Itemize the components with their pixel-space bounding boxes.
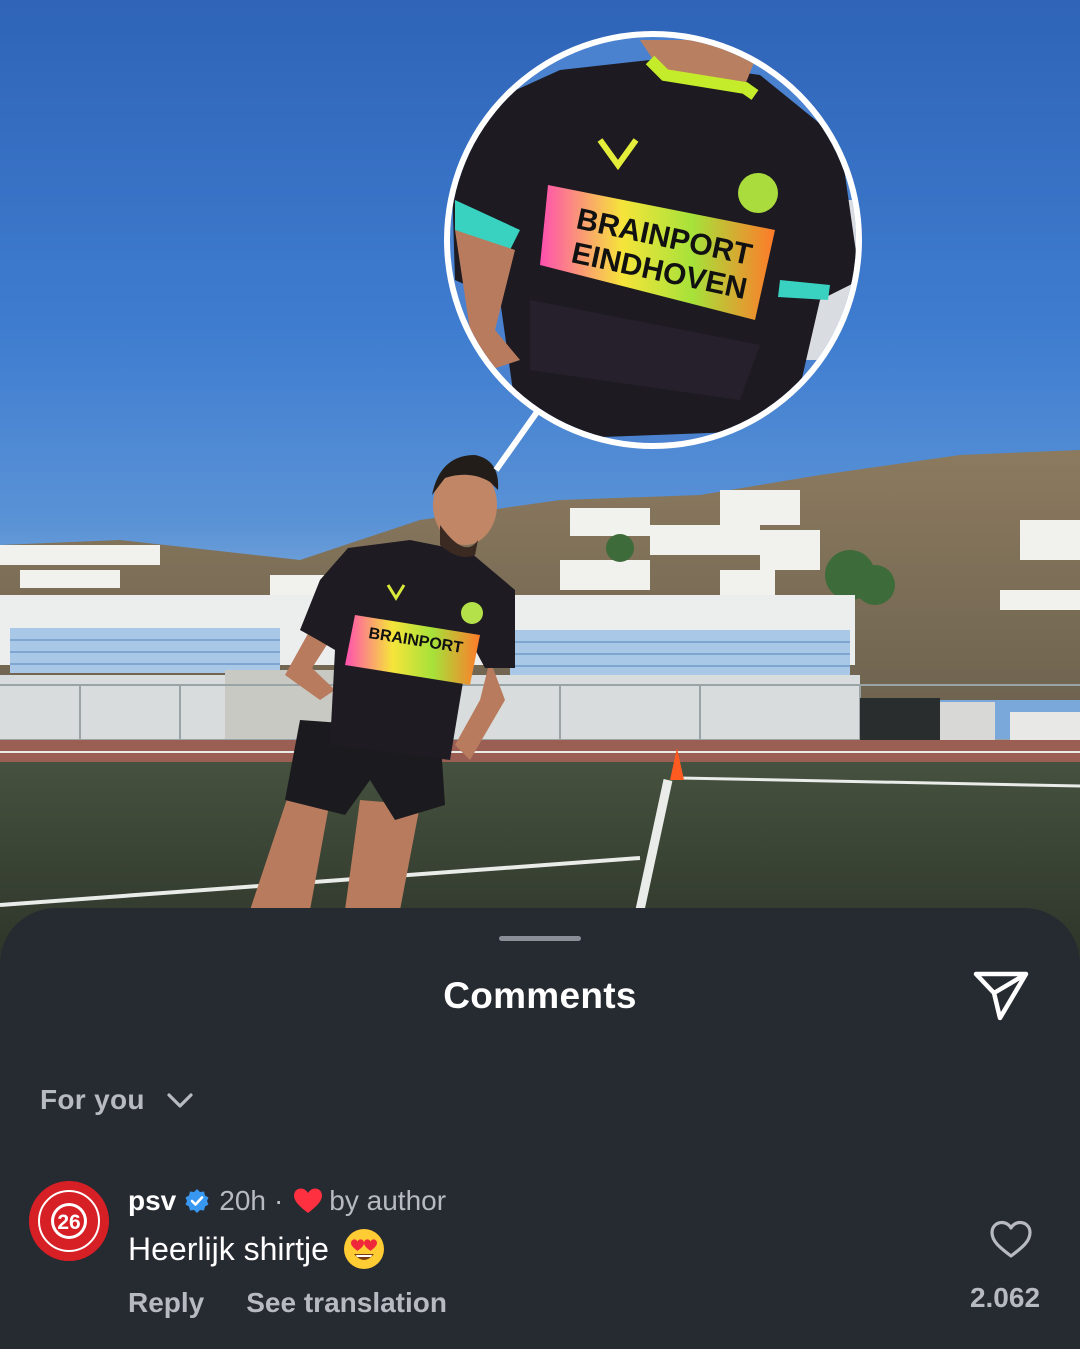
liked-by-author-label: by author [329,1185,447,1216]
zoom-circle: BRAINPORT EINDHOVEN [444,31,862,449]
comment-header: psv 20h · by author [128,1182,446,1220]
share-button[interactable] [970,966,1032,1024]
avatar-badge-number: 26 [57,1211,80,1234]
comment-body: Heerlijk shirtje [128,1228,385,1270]
zoom-pointer [493,410,540,472]
heart-outline-icon [990,1220,1032,1258]
see-translation-button[interactable]: See translation [246,1287,447,1319]
avatar[interactable]: 26 [29,1181,109,1261]
psv-logo-avatar: 26 [29,1181,109,1261]
comment-username[interactable]: psv [128,1185,176,1217]
separator-dot: · [273,1185,284,1216]
like-button[interactable] [988,1218,1034,1260]
heart-icon [294,1188,323,1213]
sheet-drag-handle[interactable] [499,936,581,941]
comment-timestamp: 20h [219,1185,266,1216]
comment-text: Heerlijk shirtje [128,1230,329,1267]
paper-plane-icon [973,971,1029,1021]
filter-label: For you [40,1084,145,1115]
like-count: 2.062 [969,1282,1041,1313]
reply-button[interactable]: Reply [128,1287,204,1319]
comment-filter-dropdown[interactable]: For you [40,1080,195,1120]
verified-badge-icon [185,1189,209,1213]
training-photo-illustration: BRAINPORT BRAINPORT EINDHOVEN [0,31,1080,960]
chevron-down-icon [167,1093,193,1108]
comment-actions: Reply See translation [128,1287,447,1319]
heart-eyes-emoji [343,1229,384,1269]
car [940,702,995,742]
van [860,698,940,743]
car-2 [1010,712,1080,742]
post-photo: BRAINPORT BRAINPORT EINDHOVEN [0,0,1080,960]
sheet-title: Comments [443,975,637,1016]
